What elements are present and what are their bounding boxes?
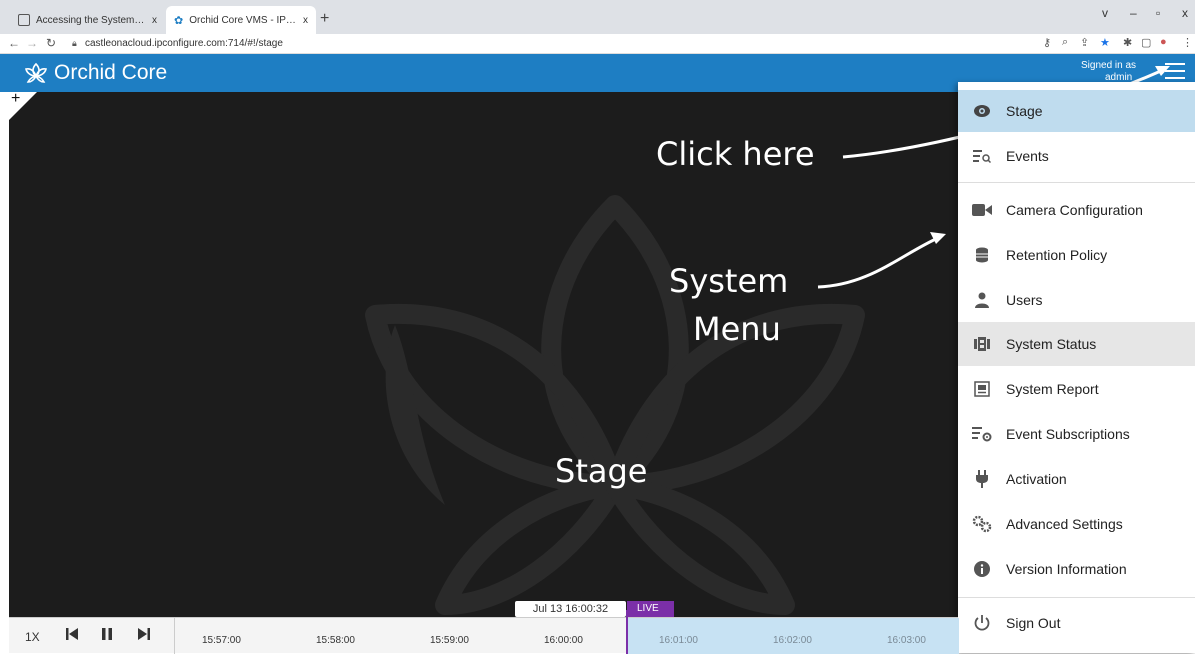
info-icon — [972, 559, 992, 579]
menu-item-system-report[interactable]: System Report — [958, 367, 1195, 411]
current-time-label: Jul 13 16:00:32 — [515, 601, 626, 617]
pause-icon[interactable] — [99, 626, 115, 642]
menu-item-label: Retention Policy — [1006, 247, 1108, 263]
database-icon — [972, 245, 992, 265]
menu-item-stage[interactable]: Stage — [958, 90, 1195, 132]
power-icon — [972, 613, 992, 633]
playback-timeline: 1X 15:57:00 15:58:00 15:59:00 16:00:00 1… — [9, 610, 959, 654]
menu-divider — [958, 597, 1195, 598]
menu-item-system-status[interactable]: System Status — [958, 322, 1195, 366]
time-tick: 16:02:00 — [773, 635, 812, 646]
time-tick: 16:01:00 — [659, 635, 698, 646]
menu-item-version-information[interactable]: Version Information — [958, 547, 1195, 591]
menu-item-label: Stage — [1006, 103, 1043, 119]
time-tick: 16:03:00 — [887, 635, 926, 646]
menu-item-label: Events — [1006, 148, 1049, 164]
playback-speed-button[interactable]: 1X — [25, 630, 40, 644]
menu-item-label: Advanced Settings — [1006, 516, 1123, 532]
menu-item-events[interactable]: Events — [958, 134, 1195, 178]
menu-item-event-subscriptions[interactable]: Event Subscriptions — [958, 412, 1195, 456]
menu-item-label: System Status — [1006, 336, 1097, 352]
live-badge[interactable]: LIVE — [627, 601, 674, 617]
menu-item-label: Sign Out — [1006, 615, 1061, 631]
skip-forward-icon[interactable] — [136, 626, 152, 642]
time-tick: 16:00:00 — [544, 635, 583, 646]
menu-item-sign-out[interactable]: Sign Out — [958, 601, 1195, 645]
skip-back-icon[interactable] — [64, 626, 80, 642]
arrow-to-menu — [817, 235, 941, 289]
system-status-icon — [972, 334, 992, 354]
time-tick: 15:59:00 — [430, 635, 469, 646]
menu-item-label: Event Subscriptions — [1006, 426, 1130, 442]
menu-item-label: Users — [1006, 292, 1043, 308]
user-icon — [972, 290, 992, 310]
event-subscriptions-icon — [972, 424, 992, 444]
time-tick: 15:57:00 — [202, 635, 241, 646]
video-camera-icon — [972, 200, 992, 220]
menu-item-advanced-settings[interactable]: Advanced Settings — [958, 502, 1195, 546]
events-list-icon — [972, 146, 992, 166]
menu-item-label: Camera Configuration — [1006, 202, 1143, 218]
menu-item-label: System Report — [1006, 381, 1099, 397]
menu-item-activation[interactable]: Activation — [958, 457, 1195, 501]
menu-item-retention-policy[interactable]: Retention Policy — [958, 233, 1195, 277]
time-tick: 15:58:00 — [316, 635, 355, 646]
menu-item-camera-configuration[interactable]: Camera Configuration — [958, 188, 1195, 232]
timeline-ruler[interactable]: 15:57:00 15:58:00 15:59:00 16:00:00 16:0… — [174, 610, 959, 654]
system-menu: Stage Events Camera Configuration Retent… — [958, 82, 1195, 653]
menu-divider — [958, 182, 1195, 183]
menu-item-label: Activation — [1006, 471, 1067, 487]
eye-icon — [972, 101, 992, 121]
gears-icon — [972, 514, 992, 534]
plug-icon — [972, 469, 992, 489]
report-icon — [972, 379, 992, 399]
menu-item-users[interactable]: Users — [958, 278, 1195, 322]
menu-item-label: Version Information — [1006, 561, 1127, 577]
